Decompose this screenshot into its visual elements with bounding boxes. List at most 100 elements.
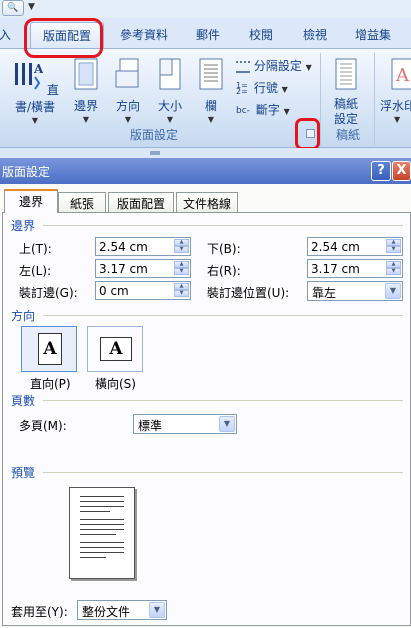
- portrait-label[interactable]: 直向(P): [30, 375, 71, 392]
- hyphenation-label: 斷字: [255, 103, 280, 117]
- highlight-ring-launcher: [295, 118, 320, 150]
- spin-down-icon[interactable]: ▼: [174, 268, 189, 275]
- size-label: 大小: [157, 99, 182, 113]
- spin-up-icon[interactable]: ▲: [174, 283, 189, 290]
- gutter-position-label: 裝訂邊位置(U):: [207, 286, 290, 300]
- chevron-down-icon[interactable]: ▼: [149, 602, 165, 618]
- page-setup-dialog: 邊界 紙張 版面配置 文件格線 邊界 上(T): 2.54 cm ▲ ▼ 下(B)…: [0, 184, 411, 628]
- print-preview-icon[interactable]: 🔍: [2, 0, 24, 16]
- gutter-value: 0 cm: [99, 284, 129, 298]
- customize-qat-arrow[interactable]: ▼: [28, 2, 35, 12]
- spin-up-icon[interactable]: ▲: [386, 239, 401, 246]
- bottom-margin-value: 2.54 cm: [311, 240, 360, 254]
- pages-section-title: 頁數: [11, 394, 36, 408]
- section-divider: [43, 315, 403, 316]
- spin-up-icon[interactable]: ▲: [174, 239, 189, 246]
- spin-up-icon[interactable]: ▲: [386, 261, 401, 268]
- right-margin-spinner[interactable]: 3.17 cm ▲ ▼: [307, 259, 403, 278]
- spin-up-icon[interactable]: ▲: [174, 261, 189, 268]
- margins-section-title: 邊界: [11, 219, 36, 233]
- preview-section-title: 預覽: [11, 466, 36, 480]
- tab-margins[interactable]: 邊界: [4, 189, 58, 213]
- portrait-option[interactable]: A: [21, 326, 77, 372]
- bottom-margin-spinner[interactable]: 2.54 cm ▲ ▼: [307, 237, 403, 256]
- tab-addins[interactable]: 增益集: [355, 26, 391, 43]
- multiple-pages-select[interactable]: 標準 ▼: [133, 414, 237, 434]
- svg-text:A: A: [395, 65, 410, 86]
- text-direction-icon: A: [15, 62, 44, 90]
- manuscript-icon: [335, 58, 357, 90]
- tab-insert-partial[interactable]: 入: [0, 26, 11, 43]
- highlight-ring-tab: [24, 18, 103, 58]
- chevron-down-icon[interactable]: ▼: [385, 283, 401, 299]
- tab-references[interactable]: 參考資料: [120, 26, 168, 43]
- tab-document-grid[interactable]: 文件格線: [176, 192, 238, 212]
- bottom-margin-label: 下(B):: [207, 242, 241, 256]
- spin-down-icon[interactable]: ▼: [174, 246, 189, 253]
- gutter-position-value: 靠左: [312, 286, 337, 300]
- multiple-pages-value: 標準: [138, 419, 163, 433]
- orientation-button[interactable]: 方向 ▼: [110, 57, 146, 124]
- landscape-page-icon: A: [100, 337, 132, 361]
- spin-down-icon[interactable]: ▼: [174, 290, 189, 297]
- paper-size-icon: [159, 58, 181, 90]
- top-margin-label: 上(T):: [19, 242, 52, 256]
- margins-button[interactable]: 邊界 ▼: [68, 57, 104, 124]
- landscape-label[interactable]: 橫向(S): [95, 375, 136, 392]
- hyphenation-button[interactable]: bc- 斷字 ▼: [236, 101, 290, 118]
- right-margin-label: 右(R):: [207, 264, 241, 278]
- left-margin-spinner[interactable]: 3.17 cm ▲ ▼: [95, 259, 191, 278]
- top-margin-spinner[interactable]: 2.54 cm ▲ ▼: [95, 237, 191, 256]
- margins-label: 邊界: [73, 99, 98, 113]
- section-divider: [43, 472, 403, 473]
- orientation-label: 方向: [115, 99, 140, 113]
- section-divider: [43, 225, 403, 226]
- hyphenation-icon: bc-: [236, 105, 250, 116]
- right-margin-value: 3.17 cm: [311, 262, 360, 276]
- landscape-option[interactable]: A: [87, 326, 143, 372]
- columns-button[interactable]: 欄 ▼: [194, 57, 228, 124]
- margins-icon: [74, 58, 98, 90]
- tab-layout[interactable]: 版面配置: [108, 192, 174, 212]
- line-numbers-label: 行號: [253, 81, 278, 95]
- orientation-section-title: 方向: [11, 309, 36, 323]
- spin-down-icon[interactable]: ▼: [386, 246, 401, 253]
- text-direction-button[interactable]: A 直書/橫書 ▼: [4, 57, 66, 125]
- columns-icon: [199, 58, 223, 90]
- help-button[interactable]: ?: [371, 161, 391, 181]
- manuscript-settings-button[interactable]: 稿紙設定: [326, 57, 366, 127]
- close-button[interactable]: X: [392, 161, 411, 181]
- splitter-grip[interactable]: [150, 151, 160, 155]
- group-separator: [374, 53, 375, 145]
- multiple-pages-label: 多頁(M):: [19, 419, 67, 433]
- gutter-position-select[interactable]: 靠左 ▼: [307, 281, 403, 301]
- size-button[interactable]: 大小 ▼: [152, 57, 188, 124]
- breaks-label: 分隔設定: [253, 59, 302, 73]
- apply-to-value: 整份文件: [82, 605, 131, 619]
- left-margin-label: 左(L):: [19, 264, 52, 278]
- gutter-spinner[interactable]: 0 cm ▲ ▼: [95, 281, 191, 300]
- ribbon: 🔍 ▼ 入 版面配置 參考資料 郵件 校閱 檢視 增益集 A 直書/橫書 ▼ 邊…: [0, 0, 411, 158]
- tab-view[interactable]: 檢視: [303, 26, 327, 43]
- margins-tab-panel: 邊界 上(T): 2.54 cm ▲ ▼ 下(B): 2.54 cm ▲ ▼ 左(L…: [2, 212, 411, 626]
- quick-access-toolbar: 🔍 ▼: [0, 0, 411, 18]
- breaks-icon: [236, 60, 250, 73]
- tab-review[interactable]: 校閱: [249, 26, 273, 43]
- columns-label: 欄: [204, 99, 217, 113]
- spin-down-icon[interactable]: ▼: [386, 268, 401, 275]
- tab-mailings[interactable]: 郵件: [196, 26, 220, 43]
- orientation-icon: [115, 58, 139, 88]
- dialog-title: 版面設定: [2, 165, 51, 179]
- watermark-icon: A: [391, 58, 411, 90]
- watermark-label: 浮水印: [380, 99, 411, 113]
- chevron-down-icon[interactable]: ▼: [219, 416, 235, 432]
- portrait-page-icon: A: [38, 333, 62, 365]
- gutter-label: 裝訂邊(G):: [19, 286, 78, 300]
- line-numbers-button[interactable]: 1= 2= 行號 ▼: [236, 79, 288, 96]
- group-separator: [320, 53, 321, 145]
- watermark-button[interactable]: A 浮水印 ▼: [380, 57, 411, 124]
- tab-paper[interactable]: 紙張: [58, 192, 106, 212]
- ribbon-body: A 直書/橫書 ▼ 邊界 ▼ 方向 ▼ 大小 ▼ 欄 ▼ 分隔設定 ▼ 1= 2…: [0, 48, 411, 148]
- breaks-button[interactable]: 分隔設定 ▼: [236, 57, 312, 74]
- apply-to-select[interactable]: 整份文件 ▼: [77, 600, 167, 620]
